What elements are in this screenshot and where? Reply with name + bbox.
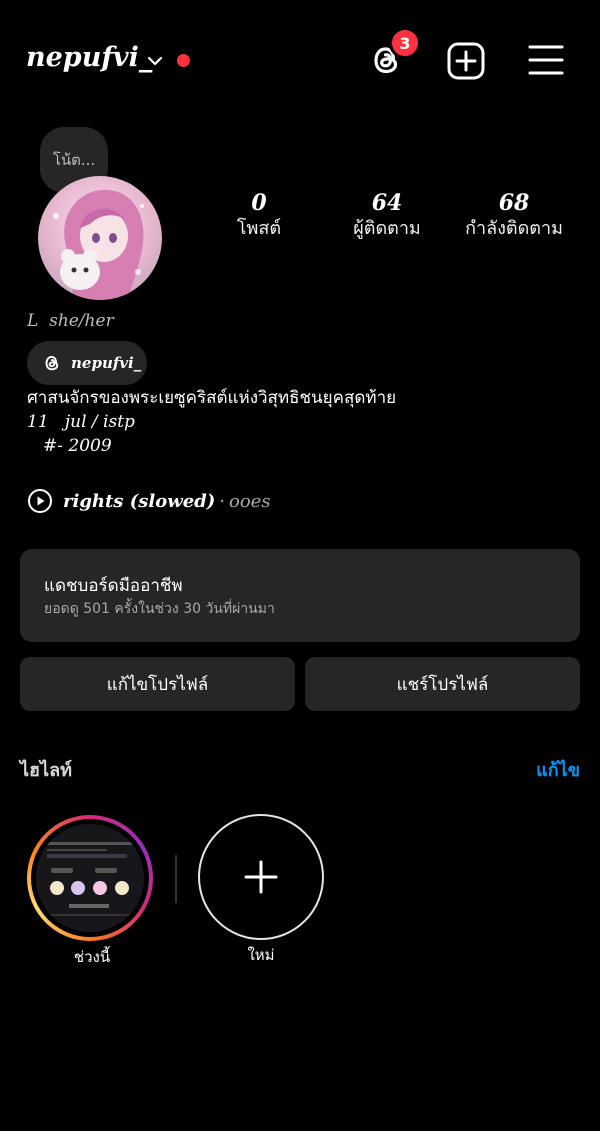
dashboard-subtitle: ยอดดู 501 ครั้งในช่วง 30 วันที่ผ่านมา bbox=[44, 601, 275, 617]
menu-icon[interactable] bbox=[528, 43, 564, 77]
threads-icon bbox=[45, 356, 59, 371]
note-text: โน้ต... bbox=[52, 151, 96, 169]
plus-icon bbox=[244, 860, 278, 894]
bio-line: 11 jul / istp bbox=[27, 412, 135, 432]
music-song: rights (slowed) bbox=[63, 490, 216, 512]
highlight-thumbnail bbox=[36, 824, 144, 932]
account-username[interactable]: nepufvi_ bbox=[26, 42, 152, 73]
stat-posts[interactable]: 0 โพสต์ bbox=[226, 190, 292, 242]
avatar[interactable] bbox=[38, 176, 162, 300]
threads-handle: nepufvi_ bbox=[71, 354, 142, 372]
highlights-title: ไฮไลท์ bbox=[20, 760, 72, 781]
stat-followers-label: ผู้ติดตาม bbox=[353, 218, 421, 239]
stat-followers[interactable]: 64 ผู้ติดตาม bbox=[344, 190, 430, 242]
bio-line: #- 2009 bbox=[43, 436, 112, 456]
music-separator: · bbox=[219, 490, 225, 512]
stat-following-count: 68 bbox=[498, 190, 530, 216]
threads-profile-link[interactable]: nepufvi_ bbox=[27, 341, 147, 385]
highlight-ring bbox=[27, 815, 153, 941]
play-icon bbox=[28, 489, 52, 513]
highlights-edit-link[interactable]: แก้ไข bbox=[536, 755, 580, 784]
edit-profile-button[interactable]: แก้ไขโปรไฟล์ bbox=[20, 657, 295, 711]
top-bar: nepufvi_ 3 bbox=[0, 0, 600, 120]
stat-followers-count: 64 bbox=[371, 190, 403, 216]
new-highlight-label: ใหม่ bbox=[247, 946, 275, 964]
share-profile-button[interactable]: แชร์โปรไฟล์ bbox=[305, 657, 580, 711]
highlights-divider bbox=[175, 855, 177, 903]
highlight-item[interactable]: ช่วงนี้ bbox=[27, 815, 157, 969]
bio: ศาสนจักรของพระเยซูคริสต์แห่งวิสุทธิชนยุค… bbox=[27, 386, 396, 458]
threads-badge: 3 bbox=[389, 27, 421, 59]
new-post-icon[interactable] bbox=[446, 41, 486, 81]
new-highlight-button[interactable] bbox=[198, 814, 324, 940]
chevron-down-icon[interactable] bbox=[146, 52, 164, 70]
pronouns: L she/her bbox=[27, 311, 114, 331]
stat-following[interactable]: 68 กำลังติดตาม bbox=[458, 190, 570, 242]
dashboard-title: แดชบอร์ดมืออาชีพ bbox=[44, 576, 183, 596]
professional-dashboard[interactable]: แดชบอร์ดมืออาชีพ ยอดดู 501 ครั้งในช่วง 3… bbox=[20, 549, 580, 642]
profile-music[interactable]: rights (slowed) · ooes bbox=[27, 488, 271, 514]
notification-dot bbox=[177, 54, 190, 67]
bio-line: ศาสนจักรของพระเยซูคริสต์แห่งวิสุทธิชนยุค… bbox=[27, 388, 397, 408]
highlight-label: ช่วงนี้ bbox=[73, 948, 111, 966]
stat-following-label: กำลังติดตาม bbox=[465, 218, 563, 239]
stat-posts-label: โพสต์ bbox=[236, 218, 282, 239]
music-artist: ooes bbox=[229, 490, 271, 512]
stat-posts-count: 0 bbox=[251, 190, 267, 216]
